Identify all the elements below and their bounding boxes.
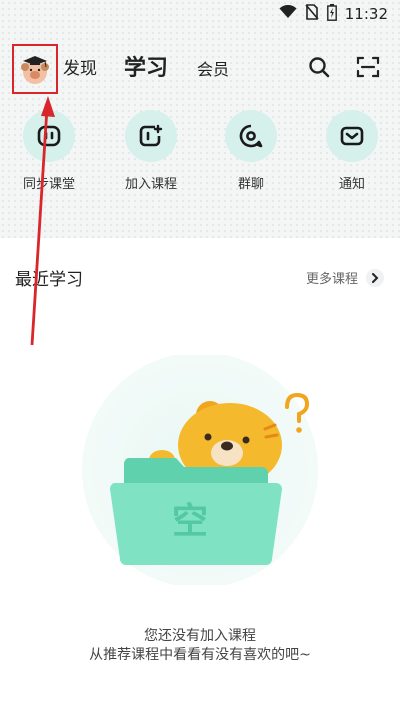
- battery-icon: [326, 3, 337, 25]
- chevron-right-icon: [366, 268, 384, 287]
- empty-state-message: 您还没有加入课程 从推荐课程中看看有没有喜欢的吧~: [0, 627, 400, 665]
- top-nav: 发现 学习 会员: [0, 40, 400, 96]
- quick-label: 群聊: [237, 177, 264, 192]
- chat-icon: [239, 124, 263, 148]
- robot-icon: [37, 125, 61, 147]
- quick-item-sync-class[interactable]: 同步课堂: [9, 110, 89, 192]
- avatar-image: [21, 56, 49, 84]
- mail-icon: [340, 126, 364, 146]
- empty-state-line-1: 您还没有加入课程: [144, 628, 256, 644]
- more-courses-label: 更多课程: [305, 272, 358, 287]
- scan-icon[interactable]: [355, 54, 381, 80]
- quick-item-notification[interactable]: 通知: [312, 110, 392, 192]
- empty-folder-label: 空: [172, 501, 208, 542]
- more-courses-link[interactable]: 更多课程: [306, 268, 384, 287]
- quick-label: 同步课堂: [22, 177, 75, 192]
- tab-membership[interactable]: 会员: [197, 56, 229, 80]
- quick-item-join-course[interactable]: 加入课程: [111, 110, 191, 192]
- empty-state-line-2: 从推荐课程中看看有没有喜欢的吧~: [89, 647, 311, 663]
- search-icon[interactable]: [306, 54, 332, 80]
- empty-state-illustration: 空: [82, 355, 318, 585]
- quick-label: 通知: [338, 177, 365, 192]
- quick-label: 加入课程: [124, 177, 177, 192]
- quick-actions: 同步课堂 加入课程 群聊 通知: [0, 110, 400, 200]
- avatar[interactable]: [12, 44, 58, 94]
- recent-study-title: 最近学习: [15, 270, 83, 290]
- no-sim-icon: [305, 4, 319, 24]
- status-bar: 11:32: [0, 0, 400, 28]
- tab-study[interactable]: 学习: [124, 50, 168, 82]
- quick-item-group-chat[interactable]: 群聊: [211, 110, 291, 192]
- add-course-icon: [139, 124, 163, 147]
- tab-discover[interactable]: 发现: [63, 54, 97, 79]
- status-time: 11:32: [344, 5, 388, 23]
- wifi-icon: [279, 4, 297, 23]
